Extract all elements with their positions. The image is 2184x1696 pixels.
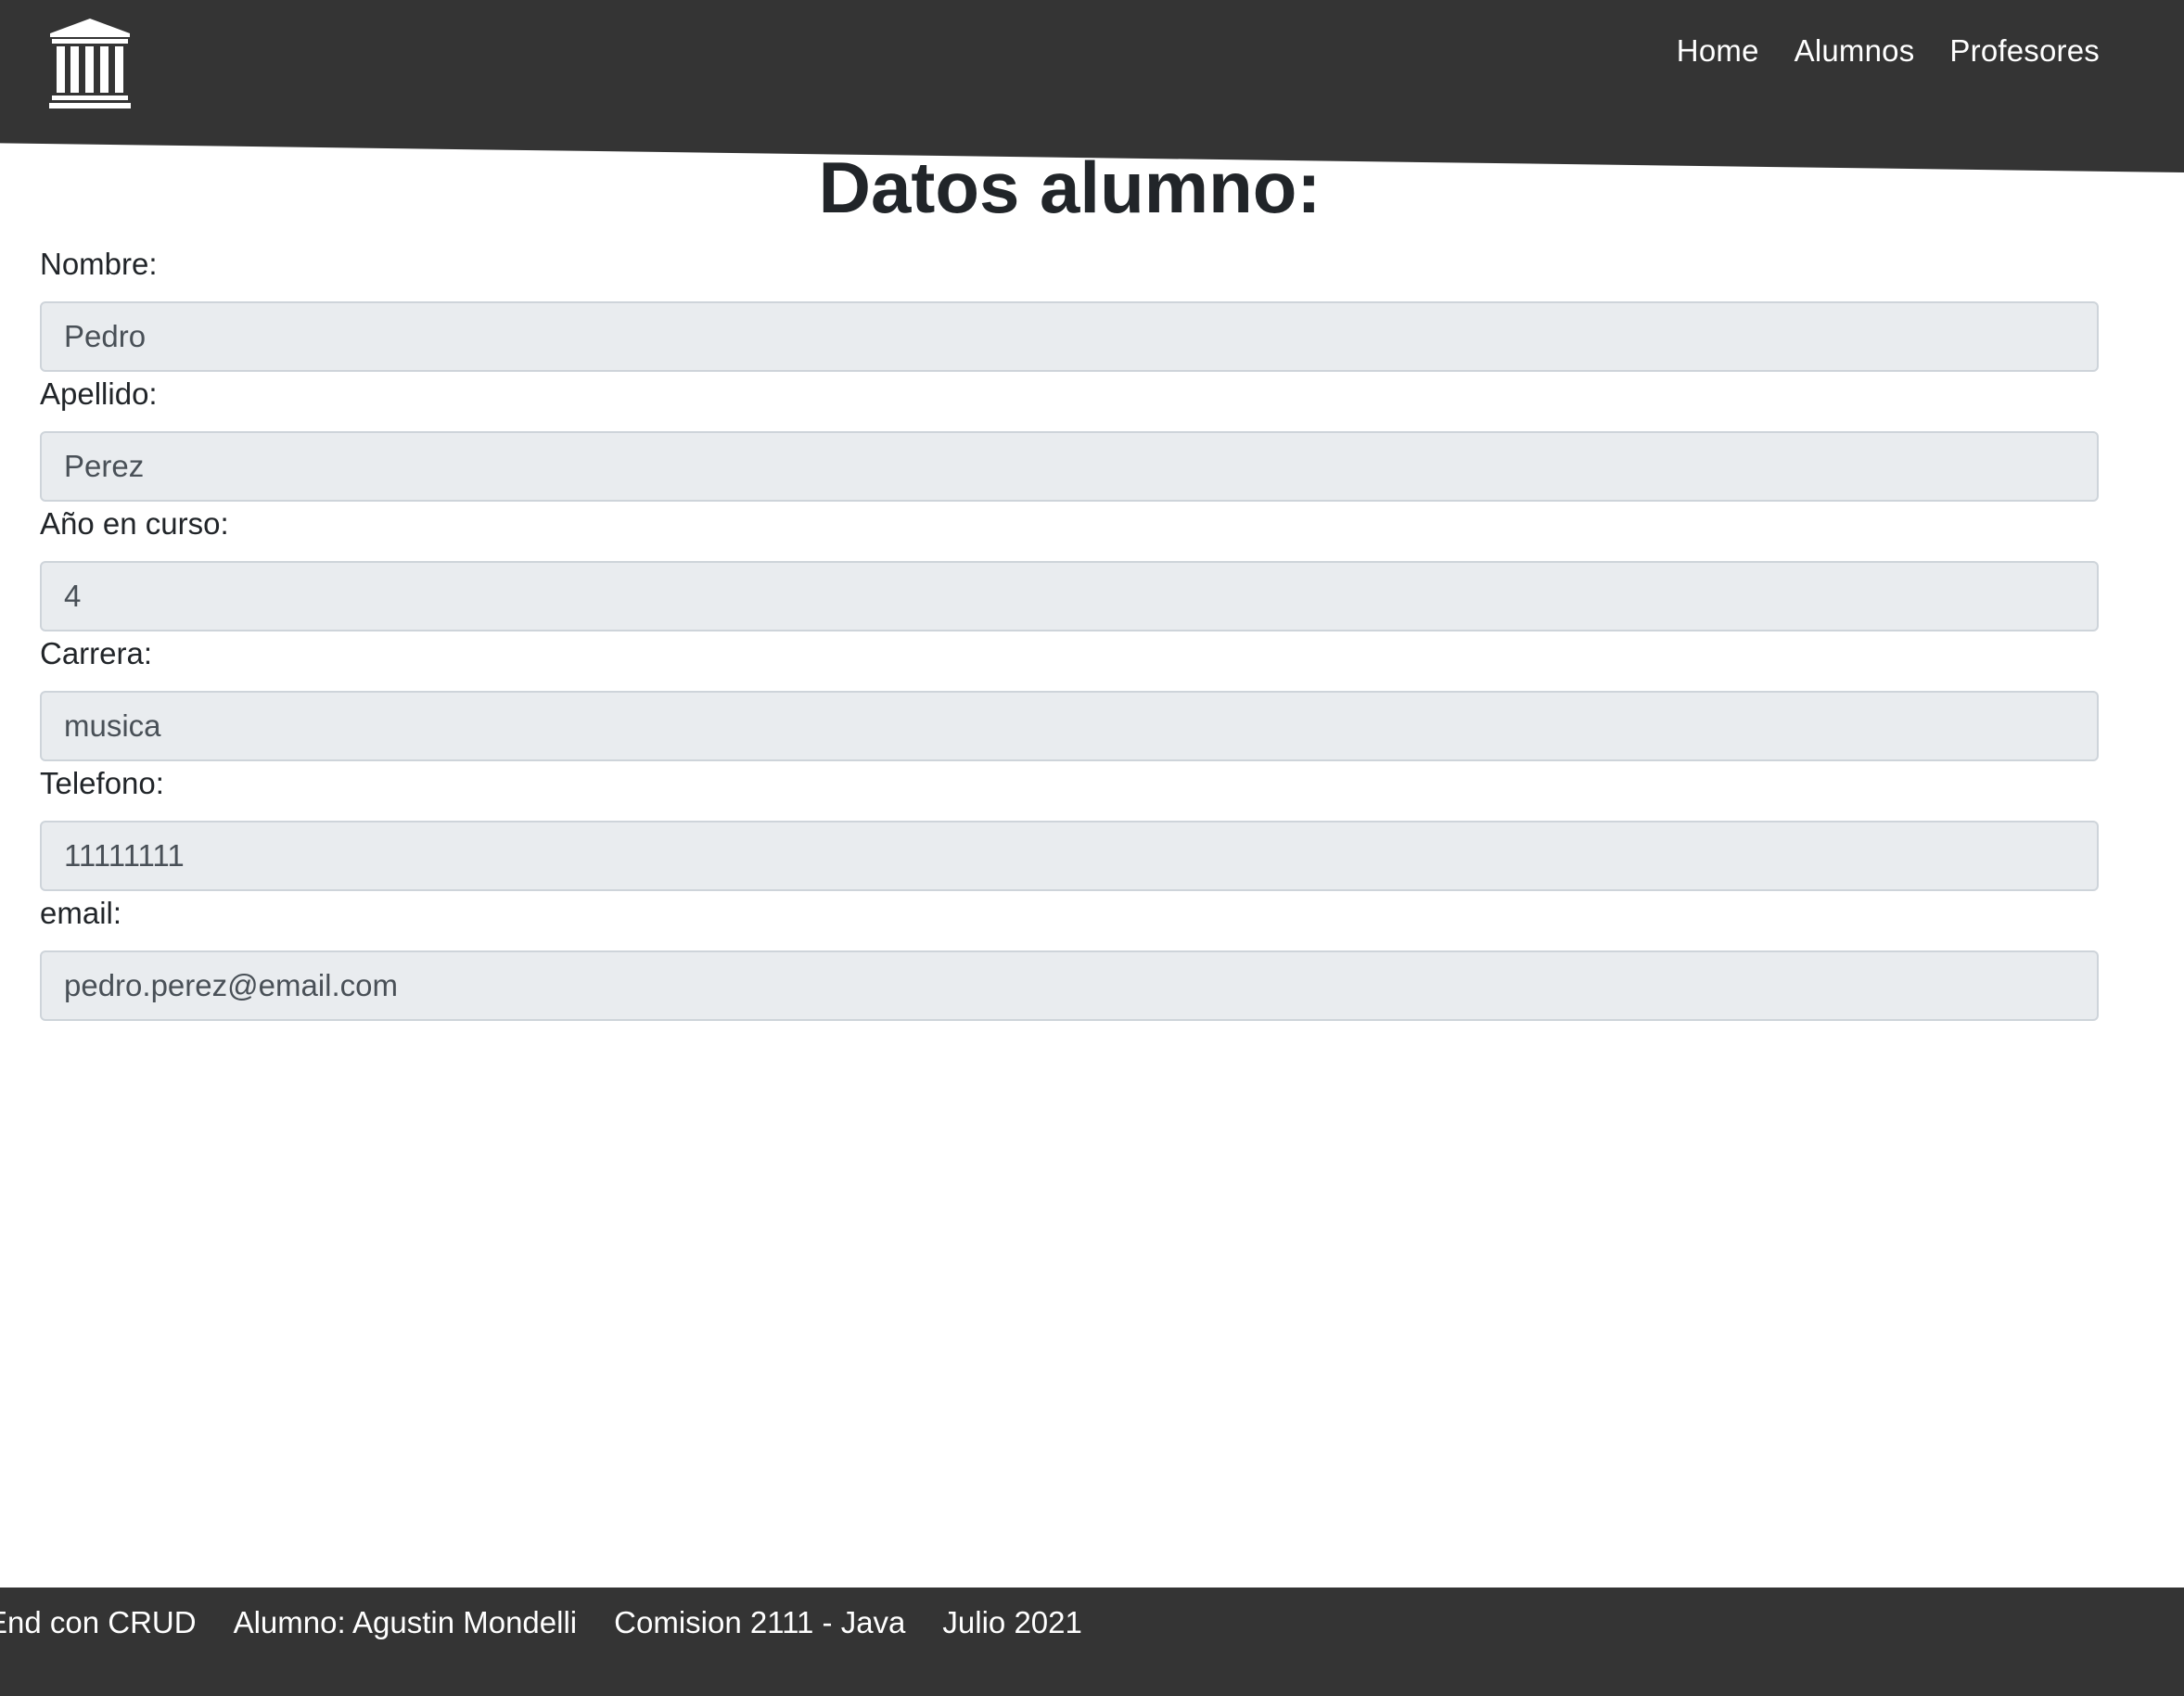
carrera-label: Carrera: bbox=[40, 636, 153, 670]
field-anio: Año en curso: bbox=[40, 501, 2099, 631]
field-telefono: Telefono: bbox=[40, 760, 2099, 891]
footer-ticker: End con CRUD Alumno: Agustin Mondelli Co… bbox=[0, 1595, 1082, 1651]
footer-commission: Comision 2111 - Java bbox=[614, 1605, 906, 1639]
apellido-label: Apellido: bbox=[40, 376, 158, 411]
anio-input[interactable] bbox=[40, 561, 2099, 631]
field-nombre: Nombre: bbox=[40, 241, 2099, 372]
carrera-input[interactable] bbox=[40, 691, 2099, 761]
nav-home[interactable]: Home bbox=[1677, 28, 1759, 74]
nombre-input[interactable] bbox=[40, 301, 2099, 372]
telefono-input[interactable] bbox=[40, 821, 2099, 891]
anio-label: Año en curso: bbox=[40, 506, 229, 541]
telefono-label: Telefono: bbox=[40, 766, 164, 800]
footer-date: Julio 2021 bbox=[942, 1605, 1082, 1639]
footer-student: Alumno: Agustin Mondelli bbox=[233, 1605, 578, 1639]
nav-profesores[interactable]: Profesores bbox=[1949, 28, 2100, 74]
page-title: Datos alumno: bbox=[818, 147, 1322, 228]
field-email: email: bbox=[40, 890, 2099, 1021]
nombre-label: Nombre: bbox=[40, 247, 158, 281]
nav-alumnos[interactable]: Alumnos bbox=[1794, 28, 1915, 74]
email-label: email: bbox=[40, 896, 122, 930]
classical-building-icon bbox=[49, 19, 131, 108]
logo-link[interactable] bbox=[48, 17, 132, 111]
main-nav: Home Alumnos Profesores bbox=[1677, 28, 2100, 74]
field-carrera: Carrera: bbox=[40, 631, 2099, 761]
footer-project: End con CRUD bbox=[0, 1605, 197, 1639]
email-input[interactable] bbox=[40, 950, 2099, 1021]
student-details-form: Nombre: Apellido: Año en curso: Carrera:… bbox=[40, 241, 2099, 1021]
site-footer: End con CRUD Alumno: Agustin Mondelli Co… bbox=[0, 1588, 2184, 1696]
apellido-input[interactable] bbox=[40, 431, 2099, 502]
field-apellido: Apellido: bbox=[40, 371, 2099, 502]
